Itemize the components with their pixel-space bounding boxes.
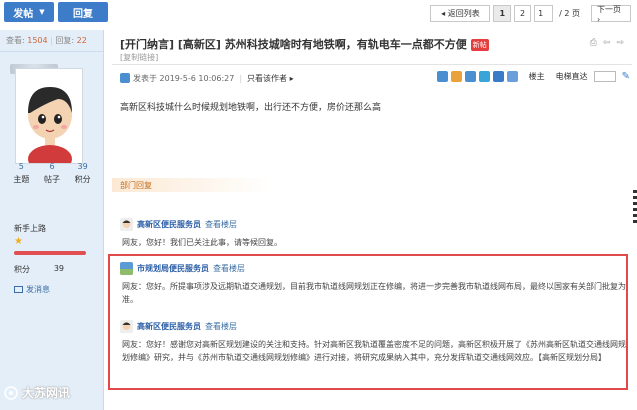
divider xyxy=(112,64,632,65)
watermark-icon xyxy=(4,385,18,400)
title-tools: ⎙ ⇦ ⇨ xyxy=(590,38,624,48)
next-thread-icon[interactable]: ⇨ xyxy=(616,38,624,48)
views-count: 1504 xyxy=(27,36,48,45)
points-value: 39 xyxy=(53,264,64,273)
only-author-link[interactable]: 只看该作者 ▸ xyxy=(247,73,294,84)
reply-body: 网友，您好！我们已关注此事，请等候回复。 xyxy=(122,238,282,247)
views-label: 查看: xyxy=(6,36,25,45)
reply-button[interactable]: 回复 xyxy=(58,2,108,22)
page-number-input[interactable]: 1 xyxy=(534,5,554,22)
thread-stats: 查看: 1504 | 回复: 22 xyxy=(0,30,103,52)
share-qzone-icon[interactable] xyxy=(478,71,490,82)
share-tencent-icon[interactable] xyxy=(506,71,518,82)
replies-label: 回复: xyxy=(55,36,75,45)
page-1-link[interactable]: 1 xyxy=(493,5,512,22)
user-stat-threads[interactable]: 5 主题 xyxy=(13,162,29,185)
responder-avatar[interactable] xyxy=(120,217,133,231)
user-stat-label: 主题 xyxy=(13,175,30,184)
highlight-box xyxy=(108,254,628,390)
user-stat-label: 帖子 xyxy=(43,175,60,184)
back-to-list-button[interactable]: ◂ 返回列表 xyxy=(430,5,491,22)
chevron-down-icon: ▼ xyxy=(39,8,45,16)
share-grid-icon[interactable] xyxy=(464,71,476,82)
avatar[interactable] xyxy=(15,68,83,164)
user-stat-num: 5 xyxy=(18,162,24,171)
post-button[interactable]: 发帖 ▼ xyxy=(4,2,54,22)
top-toolbar: 发帖 ▼ 回复 ◂ 返回列表 1 2 1 / 2 页 下一页 › xyxy=(0,0,637,26)
watermark-logo: 大苏网讯 xyxy=(4,384,70,401)
post-meta: 发表于 2019-5-6 10:06:27 | 只看该作者 ▸ 楼主 电梯直达 … xyxy=(120,71,630,85)
points-label: 积分 xyxy=(14,265,30,274)
points-progress-bar xyxy=(14,251,86,255)
page-title: [开门纳言] [高新区] 苏州科技城啥时有地铁啊，有轨电车一点都不方便 新帖 xyxy=(120,36,489,52)
replies-count: 22 xyxy=(76,36,87,45)
page-total: / 2 页 xyxy=(559,9,580,18)
post-button-label: 发帖 xyxy=(13,8,34,20)
responder-name[interactable]: 高新区便民服务员 xyxy=(137,219,201,230)
user-stat-num: 6 xyxy=(49,162,55,171)
user-rank[interactable]: 新手上路 xyxy=(14,223,46,234)
send-message-link[interactable]: 发消息 xyxy=(14,284,50,295)
separator: | xyxy=(239,73,243,83)
wrench-icon[interactable]: ✎ xyxy=(622,71,630,82)
dept-reply-label: 部门回复 xyxy=(120,181,152,190)
user-stat-posts[interactable]: 6 帖子 xyxy=(44,162,60,185)
dept-reply-tag: 部门回复 xyxy=(112,178,272,192)
new-badge: 新帖 xyxy=(470,39,489,51)
watermark-text: 大苏网讯 xyxy=(22,386,71,400)
star-icon: ★ xyxy=(14,236,23,247)
thread-title-row: [开门纳言] [高新区] 苏州科技城啥时有地铁啊，有轨电车一点都不方便 新帖 ⎙ … xyxy=(112,34,632,52)
post-content: 高新区科技城什么时候规划地铁啊，出行还不方便，房价还那么高 xyxy=(120,103,382,113)
posted-time: 发表于 2019-5-6 10:06:27 xyxy=(133,73,235,83)
send-message-label: 发消息 xyxy=(26,285,50,294)
share-plus-icon[interactable] xyxy=(436,71,448,82)
page-2-link[interactable]: 2 xyxy=(514,5,532,22)
thread-title: [开门纳言] [高新区] 苏州科技城啥时有地铁啊，有轨电车一点都不方便 xyxy=(120,38,467,51)
reply-button-label: 回复 xyxy=(73,8,93,20)
floor-label: 楼主 xyxy=(528,72,545,81)
view-floor-link[interactable]: 查看楼层 xyxy=(205,219,237,230)
user-stat-label: 积分 xyxy=(74,175,91,184)
dept-reply-item: 高新区便民服务员 查看楼层 网友，您好！我们已关注此事，请等候回复。 xyxy=(120,216,630,249)
jump-label: 电梯直达 xyxy=(555,72,588,81)
author-online-icon xyxy=(120,73,130,83)
user-stat-num: 39 xyxy=(77,162,88,171)
points-row: 积分 39 xyxy=(14,264,64,275)
share-star-icon[interactable] xyxy=(450,71,462,82)
next-page-button[interactable]: 下一页 › xyxy=(591,5,631,24)
scroll-edge[interactable] xyxy=(633,190,637,250)
pagination: ◂ 返回列表 1 2 1 / 2 页 下一页 › xyxy=(430,5,631,24)
mail-icon xyxy=(14,286,23,293)
floor-jump-input[interactable] xyxy=(593,71,616,82)
share-tools: 楼主 电梯直达 ✎ xyxy=(436,71,630,82)
print-icon[interactable]: ⎙ xyxy=(590,38,597,48)
share-weibo-icon[interactable] xyxy=(492,71,504,82)
user-stat-points[interactable]: 39 积分 xyxy=(75,162,91,185)
prev-thread-icon[interactable]: ⇦ xyxy=(603,38,611,48)
copy-link[interactable]: [复制链接] xyxy=(120,52,158,63)
reply-header: 高新区便民服务员 查看楼层 xyxy=(120,216,630,232)
user-stats: 5 主题 6 帖子 39 积分 xyxy=(0,162,104,185)
